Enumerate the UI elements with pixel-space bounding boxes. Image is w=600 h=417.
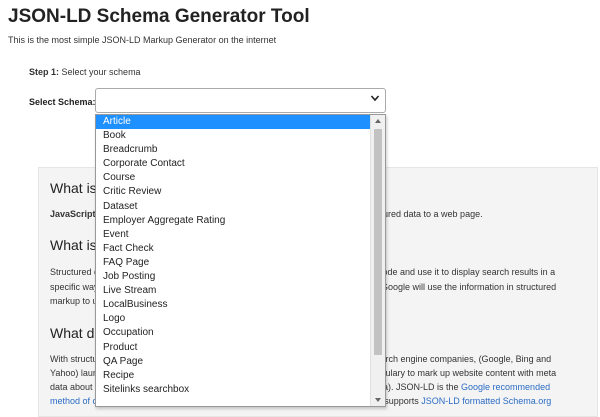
scroll-up-arrow-icon[interactable] — [371, 115, 385, 127]
schema-org-link[interactable]: JSON-LD formatted Schema.org — [421, 396, 551, 406]
section-heading-1: What is — [50, 180, 97, 196]
schema-select-label: Select Schema: — [29, 97, 96, 107]
section-paragraph-3-line2-start: Yahoo) laun — [50, 368, 98, 378]
section-paragraph-2-line1-end: s code and use it to display search resu… — [371, 267, 556, 277]
step-label: Step 1: — [29, 67, 60, 77]
section-heading-3: What d — [50, 325, 95, 341]
section-paragraph-2-line2-end: e. Google will use the information in st… — [371, 282, 557, 292]
schema-option[interactable]: Dataset — [96, 200, 370, 214]
dropdown-scrollbar[interactable] — [370, 115, 385, 406]
section-paragraph-2-line3-start: markup to u — [50, 296, 98, 306]
schema-option[interactable]: Recipe — [96, 369, 370, 383]
schema-option[interactable]: Event — [96, 228, 370, 242]
schema-select[interactable] — [95, 88, 386, 113]
schema-option[interactable]: QA Page — [96, 355, 370, 369]
schema-option[interactable]: Live Stream — [96, 284, 370, 298]
section-paragraph-3-line3-end: DFa). JSON-LD is the Google recommended — [371, 382, 551, 392]
schema-dropdown-list[interactable]: Article Book Breadcrumb Corporate Contact Co… — [95, 114, 386, 407]
page-title: JSON-LD Schema Generator Tool — [8, 6, 310, 27]
section-heading-2: What is — [50, 237, 97, 253]
section-paragraph-3-line1-end: search engine companies, (Google, Bing a… — [371, 354, 552, 364]
chevron-down-icon — [370, 95, 380, 102]
schema-option[interactable]: Breadcrumb — [96, 143, 370, 157]
section-paragraph-3-line3-start: data about — [50, 382, 93, 392]
schema-option[interactable]: LocalBusiness — [96, 298, 370, 312]
schema-option[interactable]: Occupation — [96, 326, 370, 340]
schema-option[interactable]: Sitelinks searchbox — [96, 383, 370, 397]
schema-option[interactable]: Article — [96, 115, 370, 130]
schema-options: Article Book Breadcrumb Corporate Contact Co… — [96, 115, 370, 397]
schema-option[interactable]: Corporate Contact — [96, 157, 370, 171]
schema-option[interactable]: FAQ Page — [96, 256, 370, 270]
schema-option[interactable]: Job Posting — [96, 270, 370, 284]
section-paragraph-2-line2-start: specific way — [50, 282, 99, 292]
schema-option[interactable]: Logo — [96, 312, 370, 326]
schema-option[interactable]: Fact Check — [96, 242, 370, 256]
scrollbar-thumb[interactable] — [374, 129, 382, 355]
schema-option[interactable]: Critic Review — [96, 185, 370, 199]
section-paragraph-3-line1-start: With structu — [50, 354, 98, 364]
schema-option[interactable]: Course — [96, 171, 370, 185]
schema-option[interactable]: Product — [96, 341, 370, 355]
google-recommended-link[interactable]: Google recommended — [461, 382, 550, 392]
scroll-down-arrow-icon[interactable] — [371, 394, 385, 406]
section-paragraph-1-end: uctured data to a web page. — [371, 209, 483, 219]
step-instruction: Step 1: Select your schema — [29, 67, 141, 77]
page-subtitle: This is the most simple JSON-LD Markup G… — [8, 35, 277, 45]
schema-option[interactable]: Book — [96, 129, 370, 143]
step-text: Select your schema — [61, 67, 141, 77]
section-paragraph-2-line1-start: Structured d — [50, 267, 100, 277]
schema-option[interactable]: Employer Aggregate Rating — [96, 214, 370, 228]
section-paragraph-3-line2-end: cabulary to mark up website content with… — [371, 368, 557, 378]
